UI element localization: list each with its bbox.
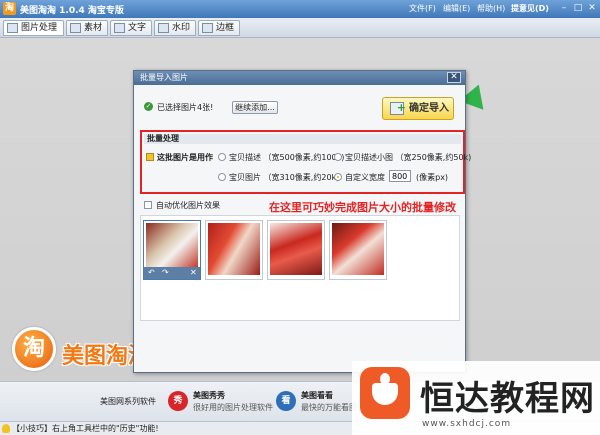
batch-processing-box: 批量处理 这批图片是用作 宝贝描述 （宽500像素,约100k) 宝贝描述小图 … [140, 130, 471, 194]
material-icon [70, 23, 81, 33]
main-toolbar: 图片处理 素材 文字 水印 边框 [0, 18, 600, 38]
radio-desc-500-label: 宝贝描述 （宽500像素,约100k) [229, 153, 345, 162]
auto-optimize-label: 自动优化图片效果 [156, 201, 220, 210]
watermark-text: 恒达教程网 [420, 379, 595, 419]
batch-header: 批量处理 [144, 134, 461, 144]
frame-icon [202, 23, 213, 33]
maximize-button[interactable]: □ [572, 3, 584, 14]
meitu-xiuxiu-icon[interactable]: 秀 [168, 391, 188, 411]
thumbnail[interactable] [205, 220, 263, 280]
thumbnail-image [208, 223, 260, 275]
tab-label: 素材 [84, 23, 103, 33]
product-name[interactable]: 美图秀秀 [193, 390, 225, 401]
thumbnail-toolbar: ↶ ↷ ✕ [144, 267, 200, 279]
tab-label: 文字 [128, 23, 147, 33]
confirm-import-button[interactable]: 确定导入 [382, 97, 454, 120]
custom-width-input[interactable] [389, 170, 411, 182]
confirm-label: 确定导入 [409, 103, 449, 114]
import-icon [390, 97, 406, 118]
use-as-label: 这批图片是用作 [157, 153, 213, 162]
whale-logo-icon [360, 367, 410, 419]
status-tip: 【小技巧】右上角工具栏中的"历史"功能! [12, 424, 159, 433]
tab-label: 边框 [216, 23, 235, 33]
tab-label: 水印 [172, 23, 191, 33]
radio-custom-width-label: 自定义宽度 [345, 173, 385, 182]
rotate-left-icon[interactable]: ↶ [148, 267, 155, 279]
rotate-right-icon[interactable]: ↷ [162, 267, 169, 279]
product-desc: 很好用的图片处理软件 [193, 403, 273, 412]
close-window-button[interactable]: ✕ [586, 3, 598, 14]
thumbnail[interactable] [267, 220, 325, 280]
image-icon [7, 23, 18, 33]
radio-custom-width[interactable] [334, 173, 342, 181]
menu-feedback[interactable]: 提意见(D) [511, 3, 549, 14]
thumbnail-area: ↶ ↷ ✕ [140, 215, 460, 321]
remove-icon[interactable]: ✕ [190, 267, 197, 279]
thumbnail[interactable] [329, 220, 387, 280]
radio-item-310-label: 宝贝图片 （宽310像素,约20k) [229, 173, 340, 182]
continue-add-button[interactable]: 继续添加... [232, 101, 278, 114]
series-label: 美图网系列软件 [100, 397, 156, 406]
app-logo-icon: 淘 [3, 2, 16, 15]
menu-edit[interactable]: 编辑(E) [443, 3, 470, 14]
tab-image-processing[interactable]: 图片处理 [3, 20, 64, 36]
title-bar: 淘 美图淘淘 1.0.4 淘宝专版 文件(F) 编辑(E) 帮助(H) 提意见(… [0, 0, 600, 18]
check-icon: ✓ [144, 102, 153, 111]
radio-item-310[interactable] [218, 173, 226, 181]
dialog-close-button[interactable]: ✕ [447, 72, 461, 83]
menu-file[interactable]: 文件(F) [409, 3, 436, 14]
radio-desc-500[interactable] [218, 153, 226, 161]
thumbnail[interactable]: ↶ ↷ ✕ [143, 220, 201, 280]
text-icon [114, 23, 125, 33]
radio-desc-small-250[interactable] [334, 153, 342, 161]
batch-import-dialog: 批量导入图片 ✕ ✓ 已选择图片4张! 继续添加... 确定导入 批量处理 这批… [133, 70, 471, 373]
auto-optimize-checkbox[interactable] [144, 201, 152, 209]
thumbnail-image [332, 223, 384, 275]
minimize-button[interactable]: – [558, 3, 570, 14]
annotation-text: 在这里可巧妙完成图片大小的批量修改 [269, 201, 456, 214]
thumbnail-image [270, 223, 322, 275]
product-name[interactable]: 美图看看 [301, 390, 333, 401]
brand-logo-icon: 淘 [12, 327, 56, 371]
window-title: 美图淘淘 1.0.4 淘宝专版 [20, 6, 124, 16]
radio-desc-small-250-label: 宝贝描述小图 （宽250像素,约50k) [345, 153, 472, 162]
thumbnail-image [146, 223, 198, 267]
tab-watermark[interactable]: 水印 [154, 20, 196, 36]
tab-frame[interactable]: 边框 [198, 20, 240, 36]
tab-text[interactable]: 文字 [110, 20, 152, 36]
watermark-overlay: 恒达教程网 www.sxhdcj.com [352, 361, 600, 435]
product-desc: 最快的万能看图 [301, 403, 357, 412]
menu-help[interactable]: 帮助(H) [477, 3, 505, 14]
unit-label: (像素px) [416, 173, 449, 182]
selected-count-text: 已选择图片4张! [157, 103, 214, 112]
use-as-checkbox[interactable] [146, 153, 154, 161]
watermark-url: www.sxhdcj.com [422, 419, 512, 429]
dialog-title: 批量导入图片 [134, 71, 465, 85]
tab-label: 图片处理 [21, 23, 58, 33]
meitu-kankan-icon[interactable]: 看 [276, 391, 296, 411]
tab-material[interactable]: 素材 [66, 20, 108, 36]
lightbulb-icon [2, 424, 10, 433]
watermark-icon [158, 23, 169, 33]
